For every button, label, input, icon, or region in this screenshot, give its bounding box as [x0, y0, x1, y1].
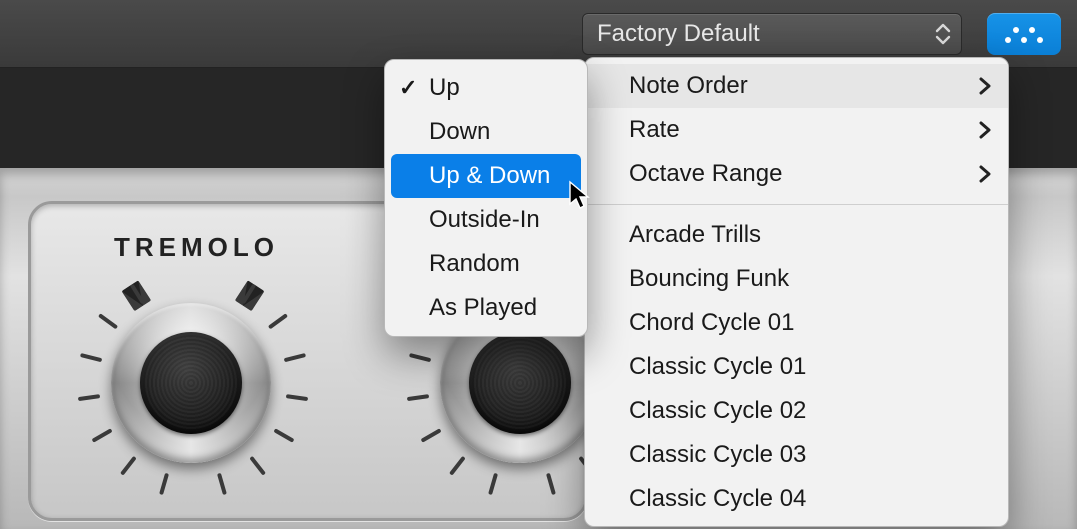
preset-dropdown-label: Factory Default — [597, 20, 760, 48]
submenu-item[interactable]: Down — [385, 110, 587, 154]
menu-item-label: Classic Cycle 01 — [629, 353, 806, 381]
menu-item[interactable]: Classic Cycle 02 — [585, 389, 1008, 433]
waveform-dots-icon — [1004, 24, 1044, 44]
menu-item-label: Classic Cycle 02 — [629, 397, 806, 425]
menu-item-label: Classic Cycle 03 — [629, 441, 806, 469]
menu-item-label: Bouncing Funk — [629, 265, 789, 293]
submenu-item[interactable]: Up — [385, 66, 587, 110]
menu-item-label: Classic Cycle 04 — [629, 485, 806, 513]
chevron-right-icon — [978, 76, 992, 96]
menu-item[interactable]: Arcade Trills — [585, 213, 1008, 257]
menu-item[interactable]: Rate — [585, 108, 1008, 152]
menu-divider — [585, 204, 1008, 205]
knob-cap — [469, 332, 571, 434]
chevron-right-icon — [978, 164, 992, 184]
preset-menu[interactable]: Note Order Rate Octave Range Arcade Trills B… — [584, 57, 1009, 527]
menu-item[interactable]: Note Order — [585, 64, 1008, 108]
submenu-item-label: Random — [429, 250, 520, 278]
menu-item-label: Arcade Trills — [629, 221, 761, 249]
tremolo-knob[interactable] — [76, 268, 306, 498]
knob-label-tremolo: TREMOLO — [114, 232, 279, 263]
submenu-item[interactable]: As Played — [385, 286, 587, 330]
submenu-item-label: Up & Down — [429, 162, 550, 190]
menu-item[interactable]: Octave Range — [585, 152, 1008, 196]
note-order-submenu[interactable]: Up Down Up & Down Outside-In Random As Played — [384, 59, 588, 337]
submenu-item[interactable]: Random — [385, 242, 587, 286]
submenu-item[interactable]: Up & Down — [391, 154, 581, 198]
menu-item[interactable]: Classic Cycle 03 — [585, 433, 1008, 477]
submenu-item-label: Outside-In — [429, 206, 540, 234]
menu-item-label: Rate — [629, 116, 680, 144]
submenu-item-label: Up — [429, 74, 460, 102]
menu-item[interactable]: Bouncing Funk — [585, 257, 1008, 301]
submenu-item-label: Down — [429, 118, 490, 146]
menu-item-label: Chord Cycle 01 — [629, 309, 794, 337]
menu-item[interactable]: Chord Cycle 01 — [585, 301, 1008, 345]
menu-item[interactable]: Classic Cycle 01 — [585, 345, 1008, 389]
preset-dropdown[interactable]: Factory Default — [582, 13, 962, 55]
chevron-right-icon — [978, 120, 992, 140]
submenu-item-label: As Played — [429, 294, 537, 322]
knob-cap — [140, 332, 242, 434]
compare-button[interactable] — [987, 13, 1061, 55]
submenu-item[interactable]: Outside-In — [385, 198, 587, 242]
menu-item-label: Octave Range — [629, 160, 782, 188]
updown-arrows-icon — [935, 23, 951, 45]
menu-item-label: Note Order — [629, 72, 748, 100]
menu-item[interactable]: Classic Cycle 04 — [585, 477, 1008, 521]
